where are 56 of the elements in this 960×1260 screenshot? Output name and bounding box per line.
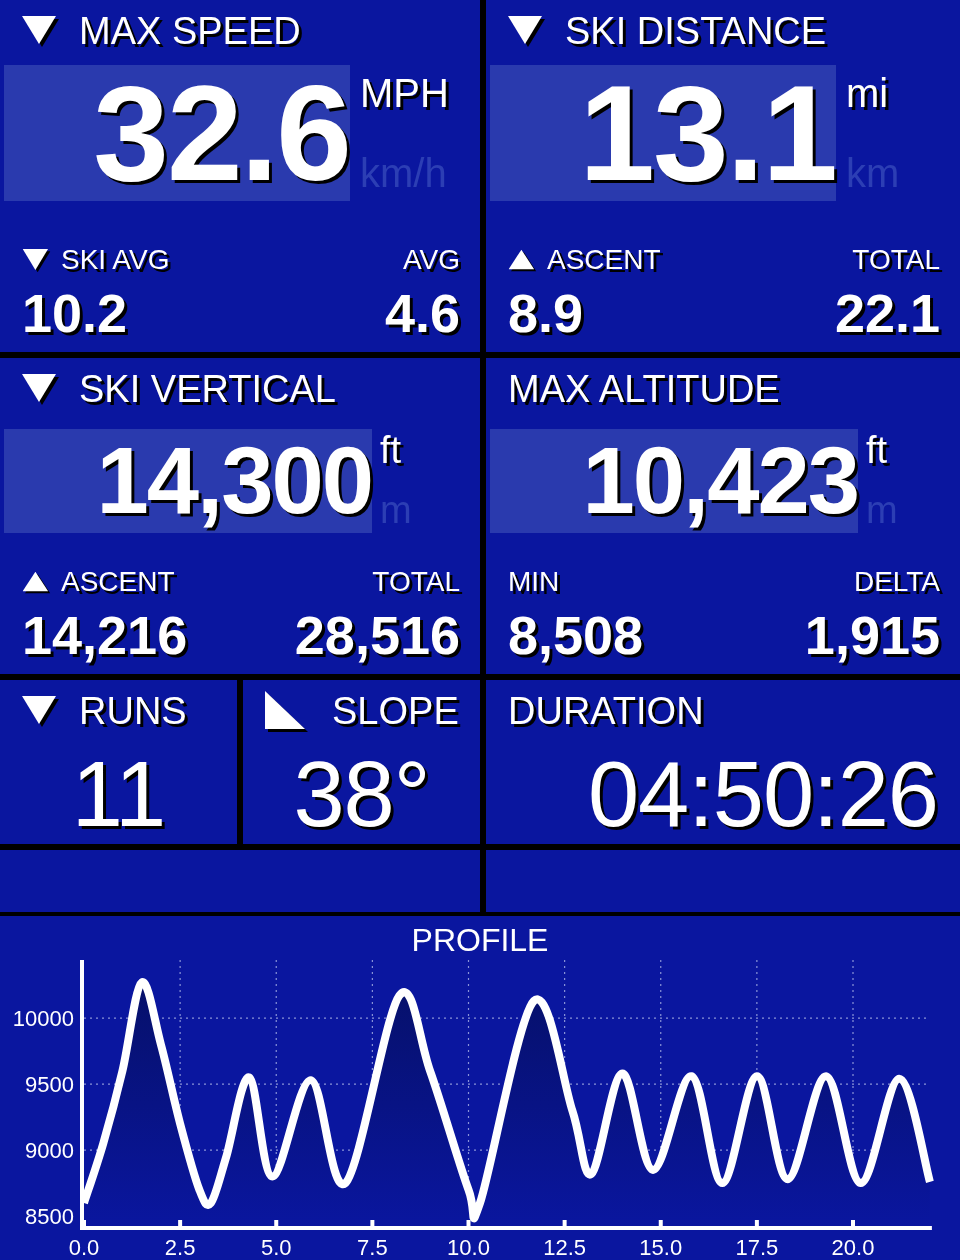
stat-value: 1,915 (804, 608, 940, 662)
metric-value: 04:50:26 (587, 748, 938, 840)
unit-label[interactable]: mi (846, 73, 900, 113)
metric-value: 10,423 (582, 434, 858, 528)
tile-title: MAX SPEED (79, 12, 301, 50)
stat-value: 14,216 (22, 608, 188, 662)
stat-value: 28,516 (294, 608, 460, 662)
slope-triangle-icon (265, 690, 308, 732)
unit-label[interactable]: MPH (360, 73, 449, 113)
stat-value: 10.2 (22, 286, 129, 340)
down-triangle-icon (22, 15, 59, 47)
unit-label[interactable]: ft (866, 431, 898, 469)
metric-value: 13.1 (579, 65, 836, 201)
x-tick-label: 2.5 (164, 1235, 196, 1260)
down-triangle-icon (508, 15, 545, 47)
stat-label: MIN (508, 566, 560, 598)
stat-value: 22.1 (834, 286, 940, 340)
down-triangle-icon (22, 373, 59, 405)
stat-label: DELTA (853, 566, 940, 598)
stat-label: TOTAL (852, 244, 940, 276)
tile-title: MAX ALTITUDE (508, 370, 780, 408)
x-tick-label: 5.0 (260, 1235, 292, 1260)
down-triangle-icon (22, 248, 51, 272)
y-tick-label: 8500 (25, 1204, 74, 1230)
tile-title: RUNS (79, 692, 187, 730)
stat-value: 4.6 (384, 286, 460, 340)
metric-value: 32.6 (93, 65, 350, 201)
metric-value: 11 (71, 748, 166, 840)
x-tick-label: 12.5 (543, 1235, 587, 1260)
stat-label: ASCENT (61, 566, 175, 598)
down-triangle-icon (22, 695, 59, 727)
tile-title: DURATION (508, 692, 704, 730)
stat-value: 8.9 (508, 286, 585, 340)
up-triangle-icon (508, 249, 537, 271)
stat-label: ASCENT (547, 244, 661, 276)
unit-label[interactable]: ft (380, 431, 412, 469)
y-tick-label: 9500 (25, 1072, 74, 1098)
stat-value: 8,508 (508, 608, 644, 662)
x-tick-label: 20.0 (831, 1235, 875, 1260)
stat-label: TOTAL (372, 566, 460, 598)
x-tick-label: 10.0 (447, 1235, 490, 1260)
y-tick-label: 9000 (25, 1138, 74, 1164)
stat-label: AVG (402, 244, 460, 276)
x-tick-label: 15.0 (639, 1235, 683, 1260)
chart-title: PROFILE (411, 922, 549, 958)
metric-value: 38° (293, 748, 430, 840)
tile-title: SLOPE (332, 692, 459, 730)
tile-title: SKI VERTICAL (79, 370, 336, 408)
stat-label: SKI AVG (61, 244, 170, 276)
x-tick-label: 0.0 (68, 1235, 100, 1260)
x-tick-label: 17.5 (735, 1235, 779, 1260)
y-tick-label: 10000 (12, 1006, 74, 1032)
tile-title: SKI DISTANCE (565, 12, 827, 50)
metric-value: 14,300 (96, 434, 372, 528)
x-tick-label: 7.5 (357, 1235, 388, 1260)
up-triangle-icon (22, 571, 51, 593)
